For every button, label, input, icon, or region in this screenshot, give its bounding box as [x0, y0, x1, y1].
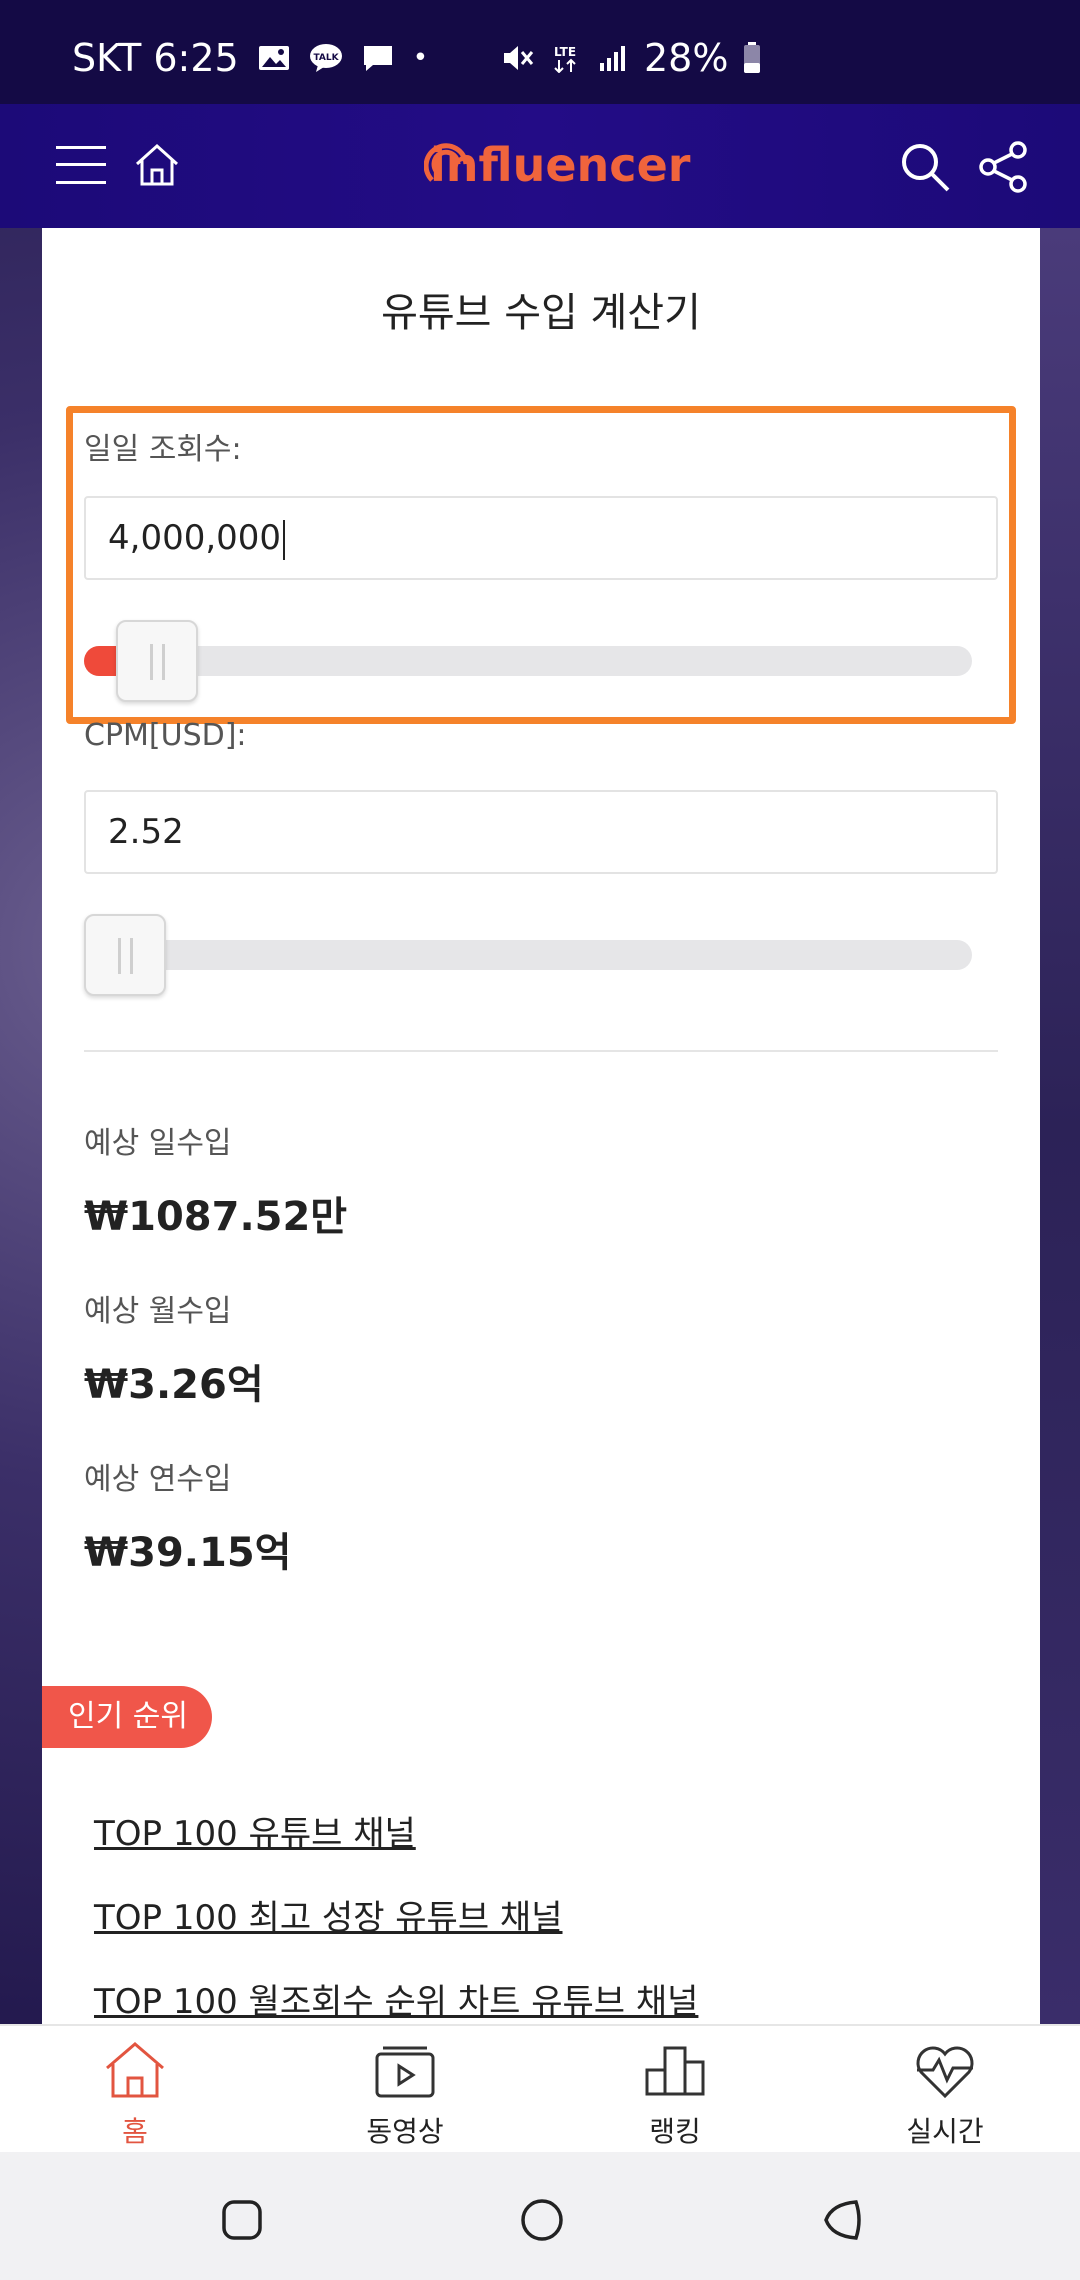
gallery-icon — [258, 46, 289, 70]
system-nav-bar — [0, 2152, 1080, 2280]
yearly-income-label: 예상 연수입 — [84, 1462, 232, 1497]
nav-realtime[interactable]: 실시간 — [810, 2026, 1080, 2154]
cpm-label: CPM[USD]: — [84, 718, 247, 753]
home-icon — [106, 2042, 164, 2098]
calculator-card: 유튜브 수입 계산기 일일 조회수: 4,000,000 CPM[USD]: 2… — [42, 228, 1040, 2024]
text-cursor — [283, 519, 286, 560]
nav-video-label: 동영상 — [366, 2115, 444, 2148]
kakaotalk-icon: TALK — [309, 44, 342, 72]
daily-income-value: ₩1087.52만 — [84, 1194, 348, 1240]
nav-home[interactable]: 홈 — [0, 2026, 270, 2154]
monthly-income-label: 예상 월수입 — [84, 1294, 232, 1329]
ranking-link-top100[interactable]: TOP 100 유튜브 채널 — [94, 1806, 416, 1855]
home-button-icon[interactable] — [512, 2190, 572, 2250]
share-icon[interactable] — [976, 140, 1030, 194]
signal-icon — [600, 46, 625, 71]
message-icon — [363, 46, 392, 71]
bottom-nav: 홈 동영상 랭킹 실시간 — [0, 2024, 1080, 2152]
daily-views-slider[interactable] — [84, 646, 972, 676]
app-bar: influencer — [0, 104, 1080, 228]
ranking-link-monthly-views[interactable]: TOP 100 월조회수 순위 차트 유튜브 채널 — [94, 1974, 698, 2023]
svg-text:TALK: TALK — [313, 53, 339, 63]
carrier-time: SKT 6:25 — [72, 36, 239, 80]
nav-realtime-label: 실시간 — [906, 2115, 984, 2148]
status-bar: SKT 6:25 TALK • LTE 28% — [0, 0, 1080, 104]
cpm-slider[interactable] — [84, 940, 972, 970]
ranking-badge: 인기 순위 — [42, 1686, 212, 1748]
cpm-input[interactable]: 2.52 — [84, 790, 998, 874]
logo-text: influencer — [430, 138, 691, 192]
video-icon — [375, 2046, 435, 2098]
lte-label: LTE — [554, 45, 576, 59]
heartbeat-icon — [916, 2046, 974, 2099]
cpm-value: 2.52 — [108, 812, 184, 852]
daily-income-label: 예상 일수입 — [84, 1126, 232, 1161]
back-icon[interactable] — [814, 2190, 874, 2250]
lte-icon: LTE — [554, 45, 576, 73]
battery-icon — [744, 42, 761, 73]
daily-views-label: 일일 조회수: — [84, 432, 242, 467]
mute-icon — [504, 46, 534, 70]
monthly-income-value: ₩3.26억 — [84, 1362, 264, 1408]
nav-ranking[interactable]: 랭킹 — [540, 2026, 810, 2154]
daily-views-input[interactable]: 4,000,000 — [84, 496, 998, 580]
cpm-slider-thumb[interactable] — [84, 914, 166, 996]
nav-ranking-label: 랭킹 — [649, 2115, 701, 2148]
nav-video[interactable]: 동영상 — [270, 2026, 540, 2154]
daily-views-value: 4,000,000 — [108, 518, 282, 558]
divider — [84, 1050, 998, 1052]
menu-icon[interactable] — [56, 144, 106, 186]
battery-percent: 28% — [644, 36, 729, 80]
influencer-logo[interactable]: influencer — [424, 130, 691, 200]
yearly-income-value: ₩39.15억 — [84, 1530, 292, 1576]
recent-apps-icon[interactable] — [212, 2190, 272, 2250]
page-title: 유튜브 수입 계산기 — [381, 290, 701, 336]
notification-dot: • — [412, 43, 429, 73]
daily-views-slider-thumb[interactable] — [116, 620, 199, 702]
home-icon[interactable] — [132, 140, 182, 190]
nav-home-label: 홈 — [122, 2115, 148, 2148]
ranking-icon — [645, 2046, 705, 2096]
ranking-link-growth[interactable]: TOP 100 최고 성장 유튜브 채널 — [94, 1890, 563, 1939]
search-icon[interactable] — [898, 140, 952, 194]
